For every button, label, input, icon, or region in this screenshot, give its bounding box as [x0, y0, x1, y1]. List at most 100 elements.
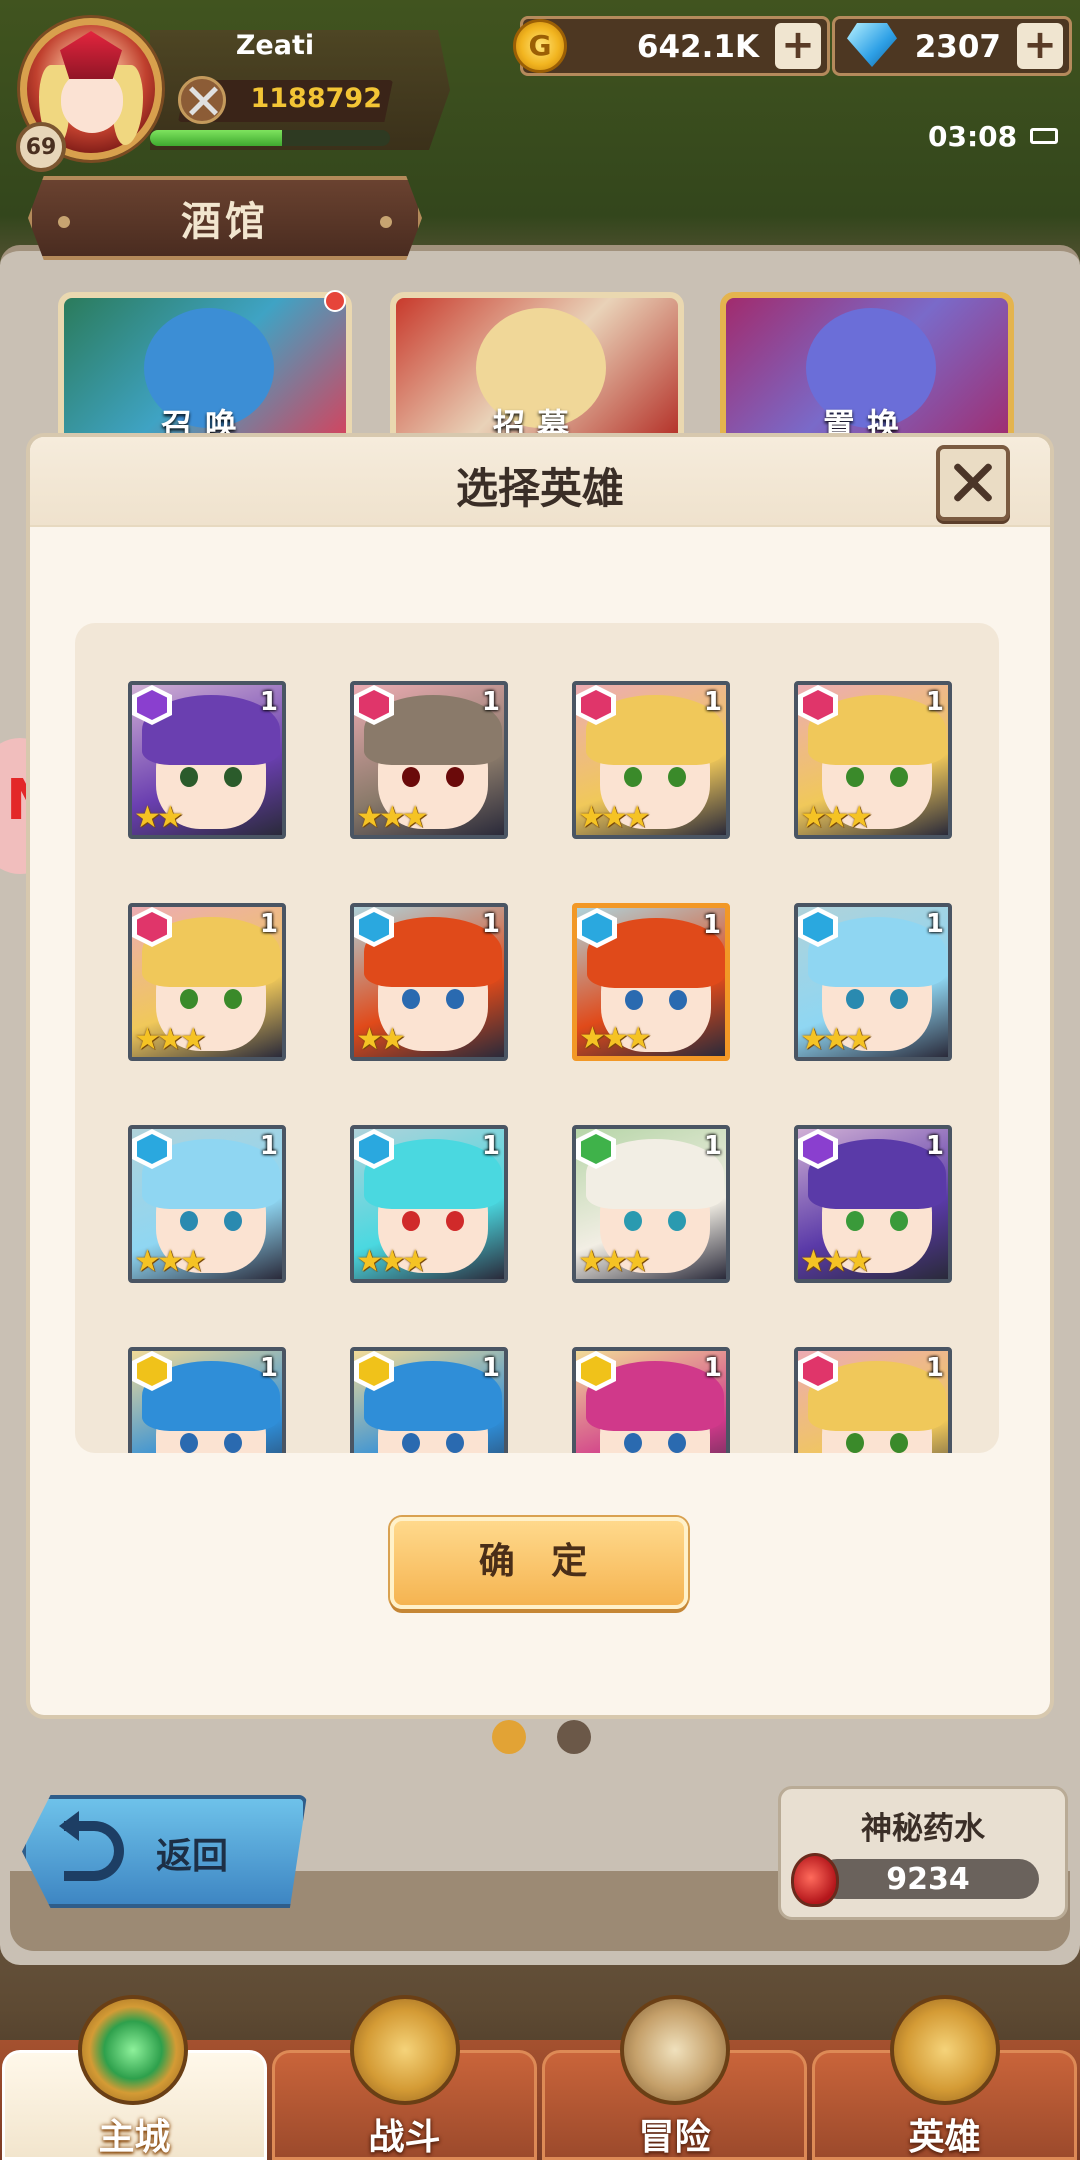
back-button[interactable]: 返回 — [22, 1795, 307, 1908]
potion-title: 神秘药水 — [861, 1811, 985, 1847]
hero-count: 1 — [259, 909, 278, 939]
hero-card[interactable]: 1 — [128, 1347, 286, 1453]
xp-bar-fill — [150, 130, 282, 146]
screw-icon — [58, 216, 70, 228]
hero-eye — [446, 989, 464, 1009]
hero-count: 1 — [925, 1131, 944, 1161]
hero-eye — [180, 989, 198, 1009]
screen-title-plate: 酒馆 — [28, 176, 422, 260]
hero-card[interactable]: 1 ★★ — [350, 903, 508, 1061]
crossed-swords-nav-icon — [350, 1995, 460, 2105]
hero-card[interactable]: 1 ★★★ — [572, 681, 730, 839]
hero-eye — [625, 990, 643, 1010]
hero-eye — [446, 1211, 464, 1231]
hero-eye — [224, 1433, 242, 1453]
xp-bar — [150, 130, 390, 146]
potion-value: 9234 — [886, 1862, 970, 1897]
hero-eye — [402, 1211, 420, 1231]
tab-summon[interactable]: 召唤 — [58, 292, 352, 452]
hero-card[interactable]: 1 ★★★ — [128, 903, 286, 1061]
battery-icon — [1030, 128, 1058, 144]
hero-eye — [890, 767, 908, 787]
dialog-title: 选择英雄 — [455, 464, 624, 513]
hero-stars: ★★★ — [578, 1244, 651, 1279]
close-button[interactable] — [936, 445, 1010, 521]
hero-count: 1 — [925, 1353, 944, 1383]
confirm-button[interactable]: 确 定 — [390, 1517, 688, 1609]
hero-eye — [446, 1433, 464, 1453]
hero-eye — [402, 767, 420, 787]
clock: 03:08 — [928, 120, 1018, 153]
hero-eye — [846, 1433, 864, 1453]
add-gold-button[interactable]: + — [775, 23, 821, 69]
return-arrow-icon — [59, 1811, 124, 1881]
hero-count: 1 — [259, 687, 278, 717]
hero-card[interactable]: 1 — [794, 1347, 952, 1453]
nav-hero-label: 英雄 — [908, 2117, 981, 2158]
hero-card[interactable]: 1 ★★★ — [128, 1125, 286, 1283]
hero-eye — [890, 989, 908, 1009]
hero-grid: 1 ★★ 1 ★★★ 1 ★★★ 1 ★★★ 1 ★★★ 1 ★★ 1 ★★★ 1 ★★★ 1 ★★★ 1 ★★★ 1 ★… — [75, 623, 999, 1453]
hero-count: 1 — [481, 687, 500, 717]
potion-bar: 9234 — [817, 1859, 1039, 1899]
hero-card[interactable]: 1 ★★ — [128, 681, 286, 839]
dialog-header: 选择英雄 — [30, 437, 1050, 527]
player-name: Zeati — [235, 30, 315, 61]
avatar-helmet — [60, 31, 122, 79]
avatar-face — [61, 71, 123, 133]
hero-crest-icon — [890, 1995, 1000, 2105]
hero-count: 1 — [259, 1353, 278, 1383]
back-button-label: 返回 — [156, 1836, 229, 1877]
hero-eye — [846, 767, 864, 787]
hero-eye — [402, 989, 420, 1009]
hero-stars: ★★★ — [578, 800, 651, 835]
nav-city-label: 主城 — [98, 2117, 171, 2158]
screen-title: 酒馆 — [181, 199, 269, 245]
hero-card[interactable]: 1 ★★★ — [794, 903, 952, 1061]
hero-count: 1 — [703, 687, 722, 717]
hero-eye — [846, 1211, 864, 1231]
gold-counter: G 642.1K + — [513, 16, 830, 76]
hero-eye — [624, 1433, 642, 1453]
hero-card[interactable]: 1 ★★★ — [350, 681, 508, 839]
hero-card[interactable]: 1 ★★★ — [794, 1125, 952, 1283]
hero-eye — [180, 1433, 198, 1453]
notification-dot — [324, 290, 346, 312]
page-indicator-active — [492, 1720, 526, 1754]
tab-swap[interactable]: 置换 — [720, 292, 1014, 452]
hero-stars: ★★★ — [800, 800, 873, 835]
diamond-icon — [847, 23, 897, 67]
hero-eye — [446, 767, 464, 787]
hero-card[interactable]: 1 ★★★ — [572, 1125, 730, 1283]
hero-count: 1 — [481, 1131, 500, 1161]
map-scroll-icon — [620, 1995, 730, 2105]
hero-count: 1 — [703, 1353, 722, 1383]
hero-stars: ★★★ — [134, 1244, 207, 1279]
hero-eye — [624, 767, 642, 787]
screw-icon — [380, 216, 392, 228]
hero-count: 1 — [481, 909, 500, 939]
hero-eye — [224, 989, 242, 1009]
hero-card[interactable]: 1 — [350, 1347, 508, 1453]
hero-eye — [890, 1211, 908, 1231]
hero-count: 1 — [703, 1131, 722, 1161]
add-gems-button[interactable]: + — [1017, 23, 1063, 69]
hero-eye — [224, 767, 242, 787]
hero-stars: ★★ — [134, 800, 184, 835]
hero-card[interactable]: 1 ★★★ — [350, 1125, 508, 1283]
hero-card[interactable]: 1 — [572, 1347, 730, 1453]
player-power: 1188792 — [250, 83, 382, 114]
select-hero-dialog: 选择英雄 1 ★★ 1 ★★★ 1 ★★★ 1 ★★★ 1 ★★★ 1 ★★ 1 ★★★ 1 ★★★ 1 ★★★ 1… — [30, 437, 1050, 1715]
tab-recruit[interactable]: 招募 — [390, 292, 684, 452]
gem-counter: 2307 + — [832, 16, 1072, 76]
hero-count: 1 — [259, 1131, 278, 1161]
hero-card[interactable]: 1 ★★★ — [794, 681, 952, 839]
hero-count: 1 — [481, 1353, 500, 1383]
hero-eye — [180, 1211, 198, 1231]
nav-battle-label: 战斗 — [368, 2117, 441, 2158]
hero-eye — [224, 1211, 242, 1231]
hero-stars: ★★★ — [356, 800, 429, 835]
hero-card[interactable]: 1 ★★★ — [572, 903, 730, 1061]
gem-value: 2307 — [914, 29, 1001, 65]
city-gate-icon — [78, 1995, 188, 2105]
